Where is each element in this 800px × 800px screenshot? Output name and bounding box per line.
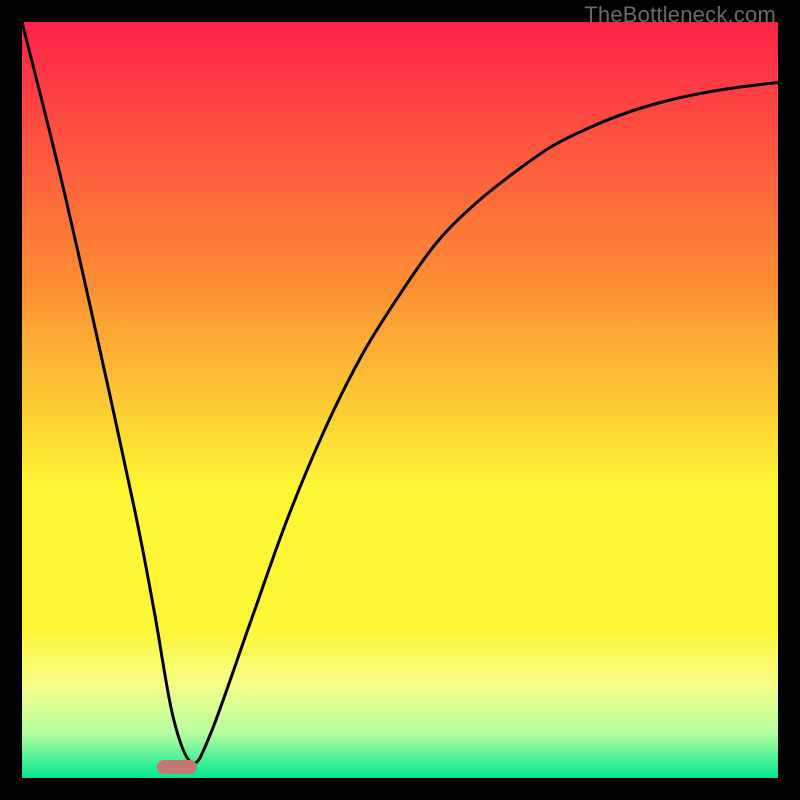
optimal-marker [157, 760, 197, 774]
chart-area [22, 22, 778, 778]
bottleneck-curve [22, 22, 778, 778]
